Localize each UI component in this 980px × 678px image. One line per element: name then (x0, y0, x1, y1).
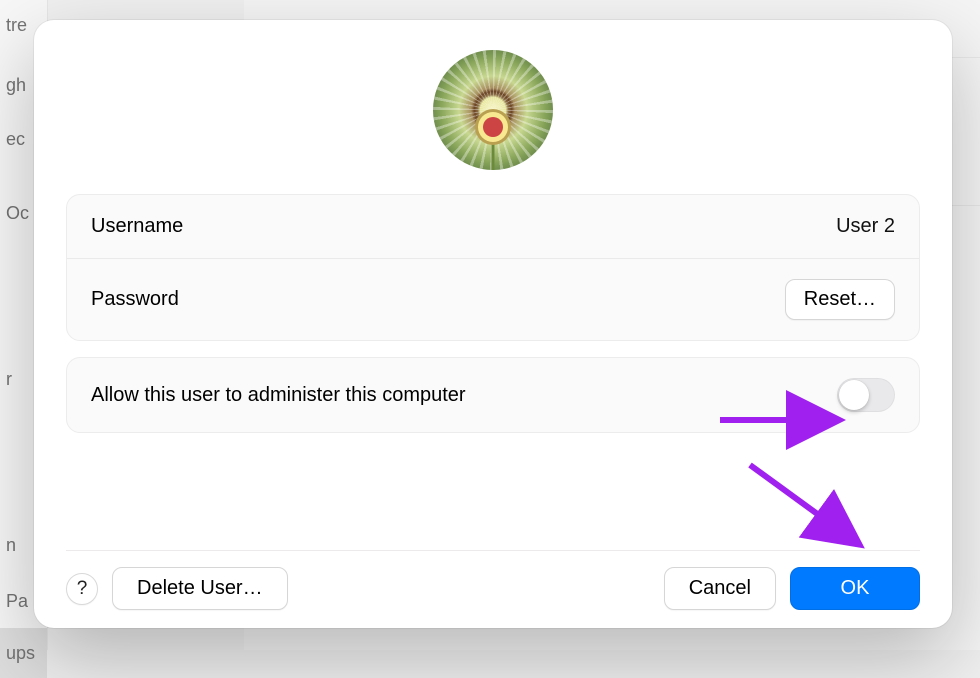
user-settings-dialog: Username User 2 Password Reset… Allow th… (34, 20, 952, 628)
dialog-footer: ? Delete User… Cancel OK (66, 550, 920, 610)
user-avatar[interactable] (433, 50, 553, 170)
admin-toggle[interactable] (837, 378, 895, 412)
footer-right: Cancel OK (664, 567, 920, 610)
reset-password-button[interactable]: Reset… (785, 279, 895, 320)
bg-item: ups (0, 628, 47, 678)
credentials-card: Username User 2 Password Reset… (66, 194, 920, 341)
row-username: Username User 2 (67, 195, 919, 259)
admin-label: Allow this user to administer this compu… (91, 384, 466, 407)
delete-user-button[interactable]: Delete User… (112, 567, 288, 610)
help-button[interactable]: ? (66, 573, 98, 605)
username-value: User 2 (836, 215, 895, 238)
row-admin-toggle: Allow this user to administer this compu… (67, 358, 919, 432)
avatar-wrapper (66, 50, 920, 170)
admin-toggle-knob (839, 380, 869, 410)
admin-card: Allow this user to administer this compu… (66, 357, 920, 433)
username-label: Username (91, 215, 183, 238)
ok-button[interactable]: OK (790, 567, 920, 610)
cancel-button[interactable]: Cancel (664, 567, 776, 610)
password-label: Password (91, 288, 179, 311)
footer-left: ? Delete User… (66, 567, 288, 610)
row-password: Password Reset… (67, 259, 919, 340)
